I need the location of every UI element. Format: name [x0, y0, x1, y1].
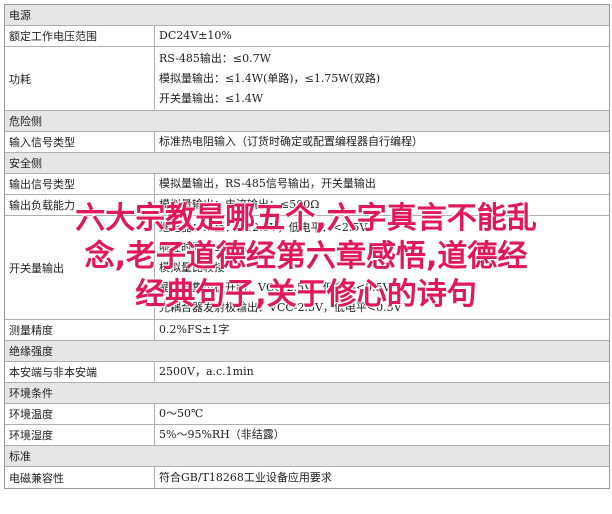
spec-value-cell: 模拟量输出：电流输出：≤500Ω — [155, 195, 609, 215]
spec-label: 环境湿度 — [5, 425, 155, 445]
section-label: 危险侧 — [9, 115, 42, 128]
spec-value: 0.2%FS±1字 — [159, 323, 230, 336]
spec-value: 光耦合器发射极输出：VCC-2.5V，低电平<0.5V — [159, 300, 402, 314]
spec-row: 本安端与非本安端 2500V，a.c.1min — [5, 362, 609, 383]
spec-value: 模拟量比较接 — [159, 260, 225, 274]
spec-value: 继电器：…至：>12.5V，低电平：<2.5V — [159, 220, 368, 234]
section-header: 绝缘强度 — [5, 341, 609, 362]
spec-value: DC24V±10% — [159, 29, 232, 42]
spec-row: 输出负载能力 模拟量输出：电流输出：≤500Ω — [5, 195, 609, 216]
spec-label: 本安端与非本安端 — [5, 362, 155, 382]
spec-label: 输出负载能力 — [5, 195, 155, 215]
spec-row: 输出信号类型 模拟量输出，RS-485信号输出，开关量输出 — [5, 174, 609, 195]
spec-value-cell: 符合GB/T18268工业设备应用要求 — [155, 467, 609, 488]
spec-value: 模拟量输出：≤1.4W(单路)，≤1.75W(双路) — [159, 71, 381, 85]
spec-label: 功耗 — [5, 47, 155, 110]
section-label: 绝缘强度 — [9, 345, 53, 358]
spec-value-cell: DC24V±10% — [155, 26, 609, 46]
section-header: 电源 — [5, 5, 609, 26]
spec-row: 环境湿度 5%～95%RH（非结露） — [5, 425, 609, 446]
spec-value: 5%～95%RH（非结露） — [159, 428, 285, 441]
spec-value: 模拟量输出，RS-485信号输出，开关量输出 — [159, 177, 376, 190]
spec-row: 额定工作电压范围 DC24V±10% — [5, 26, 609, 47]
spec-label: 电磁兼容性 — [5, 467, 155, 488]
spec-value-cell: 0～50℃ — [155, 404, 609, 424]
section-header: 标准 — [5, 446, 609, 467]
spec-value: 标准热电阻输入（订货时确定或配置编程器自行编程） — [159, 135, 423, 148]
section-label: 电源 — [9, 9, 31, 22]
spec-value-cell: 标准热电阻输入（订货时确定或配置编程器自行编程） — [155, 132, 609, 152]
spec-value: RS-485输出：≤0.7W — [159, 51, 271, 65]
spec-table: 电源额定工作电压范围 DC24V±10% 功耗 RS-485输出：≤0.7W 模拟量输出… — [4, 4, 610, 489]
spec-value: 晶体管集电极开路：VCC-2.5V，低电平<0.5V — [159, 280, 391, 294]
spec-row: 测量精度 0.2%FS±1字 — [5, 320, 609, 341]
spec-value: 0～50℃ — [159, 407, 204, 420]
spec-label: 输入信号类型 — [5, 132, 155, 152]
spec-label: 输出信号类型 — [5, 174, 155, 194]
spec-value: 响应时间：≤1ms — [159, 240, 247, 254]
spec-row: 开关量输出 继电器：…至：>12.5V，低电平：<2.5V 响应时间：≤1ms 模拟量… — [5, 216, 609, 320]
spec-value-cell: RS-485输出：≤0.7W 模拟量输出：≤1.4W(单路)，≤1.75W(双路)… — [155, 47, 609, 110]
spec-row: 功耗 RS-485输出：≤0.7W 模拟量输出：≤1.4W(单路)，≤1.75W(双… — [5, 47, 609, 111]
spec-value-cell: 继电器：…至：>12.5V，低电平：<2.5V 响应时间：≤1ms 模拟量比较接晶体… — [155, 216, 609, 319]
spec-value-cell: 5%～95%RH（非结露） — [155, 425, 609, 445]
section-label: 环境条件 — [9, 387, 53, 400]
spec-value-cell: 2500V，a.c.1min — [155, 362, 609, 382]
section-header: 环境条件 — [5, 383, 609, 404]
spec-row: 环境温度 0～50℃ — [5, 404, 609, 425]
spec-value-cell: 模拟量输出，RS-485信号输出，开关量输出 — [155, 174, 609, 194]
spec-row: 电磁兼容性 符合GB/T18268工业设备应用要求 — [5, 467, 609, 488]
spec-value: 2500V，a.c.1min — [159, 365, 254, 378]
spec-label: 额定工作电压范围 — [5, 26, 155, 46]
section-label: 标准 — [9, 450, 31, 463]
section-header: 安全侧 — [5, 153, 609, 174]
spec-row: 输入信号类型 标准热电阻输入（订货时确定或配置编程器自行编程） — [5, 132, 609, 153]
spec-label: 环境温度 — [5, 404, 155, 424]
spec-value: 符合GB/T18268工业设备应用要求 — [159, 470, 332, 484]
spec-value-cell: 0.2%FS±1字 — [155, 320, 609, 340]
section-header: 危险侧 — [5, 111, 609, 132]
section-label: 安全侧 — [9, 157, 42, 170]
spec-value: 开关量输出：≤1.4W — [159, 91, 264, 105]
spec-label: 开关量输出 — [5, 216, 155, 319]
spec-value: 模拟量输出：电流输出：≤500Ω — [159, 198, 320, 211]
spec-label: 测量精度 — [5, 320, 155, 340]
